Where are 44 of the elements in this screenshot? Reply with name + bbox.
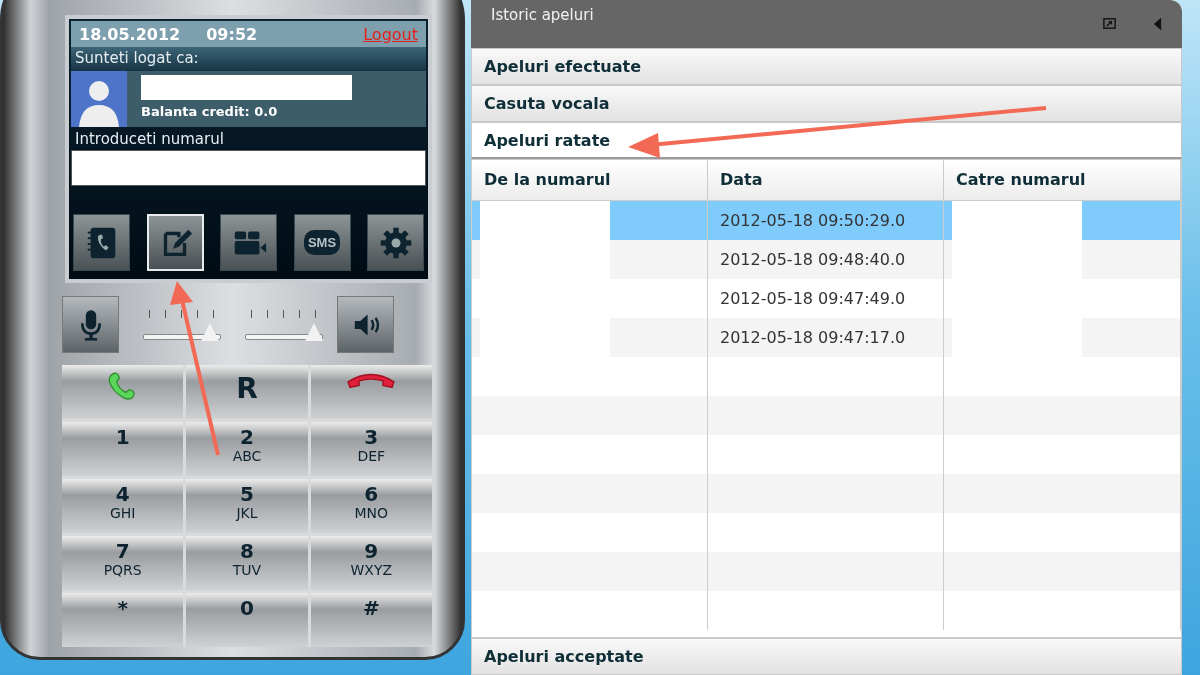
speaker-button[interactable] bbox=[337, 296, 394, 353]
table-row[interactable]: 2012-05-18 09:48:40.0 bbox=[472, 240, 1181, 279]
call-date: 2012-05-18 09:50:29.0 bbox=[720, 211, 906, 230]
keypad-key[interactable]: 8 TUV bbox=[186, 536, 308, 590]
keypad-key[interactable]: 2 ABC bbox=[186, 422, 308, 476]
keypad-key[interactable] bbox=[310, 365, 432, 419]
avatar-icon bbox=[71, 71, 127, 127]
keypad-key[interactable]: R bbox=[186, 365, 308, 419]
keypad-key[interactable]: 5 JKL bbox=[186, 479, 308, 533]
accordion-header[interactable]: Apeluri ratate bbox=[471, 122, 1182, 159]
sms-icon: SMS bbox=[303, 230, 341, 255]
date-text: 18.05.2012 bbox=[79, 24, 181, 44]
call-date: 2012-05-18 09:47:17.0 bbox=[720, 328, 906, 347]
table-row[interactable]: 2012-05-18 09:50:29.0 bbox=[472, 201, 1181, 240]
logged-as-label: Sunteti logat ca: bbox=[71, 47, 426, 71]
keypad-key[interactable]: * bbox=[62, 593, 184, 647]
call-date: 2012-05-18 09:48:40.0 bbox=[720, 250, 906, 269]
table-row[interactable]: 2012-05-18 09:47:49.0 bbox=[472, 279, 1181, 318]
triangle-left-icon bbox=[1153, 16, 1162, 32]
popout-icon bbox=[1102, 16, 1117, 31]
balance-text: Balanta credit: 0.0 bbox=[141, 104, 279, 119]
toolbar-button[interactable]: SMS bbox=[293, 214, 351, 271]
microphone-button[interactable] bbox=[62, 296, 119, 353]
table-row[interactable]: 2012-05-18 09:47:17.0 bbox=[472, 318, 1181, 357]
time-text: 09:52 bbox=[206, 24, 258, 44]
keypad-key[interactable]: 4 GHI bbox=[62, 479, 184, 533]
number-field[interactable] bbox=[71, 150, 426, 186]
keypad-key[interactable]: 6 MNO bbox=[310, 479, 432, 533]
keypad-key[interactable]: # bbox=[310, 593, 432, 647]
accordion-header[interactable]: Apeluri efectuate bbox=[471, 48, 1182, 85]
column-header[interactable]: De la numarul bbox=[472, 160, 708, 200]
accordion-header[interactable]: Apeluri acceptate bbox=[471, 638, 1182, 675]
call-date: 2012-05-18 09:47:49.0 bbox=[720, 289, 906, 308]
keypad-key[interactable]: 0 bbox=[186, 593, 308, 647]
keypad-key[interactable]: 1 bbox=[62, 422, 184, 476]
accordion-header[interactable]: Casuta vocala bbox=[471, 85, 1182, 122]
keypad-key[interactable]: 3 DEF bbox=[310, 422, 432, 476]
number-label: Introduceti numarul bbox=[74, 129, 225, 150]
keypad-key[interactable]: 7 PQRS bbox=[62, 536, 184, 590]
column-header[interactable]: Catre numarul bbox=[944, 160, 1181, 200]
keypad-key[interactable]: 9 WXYZ bbox=[310, 536, 432, 590]
column-header[interactable]: Data bbox=[708, 160, 944, 200]
slider-thumb[interactable] bbox=[201, 322, 220, 341]
panel-title: Istoric apeluri bbox=[491, 6, 594, 24]
